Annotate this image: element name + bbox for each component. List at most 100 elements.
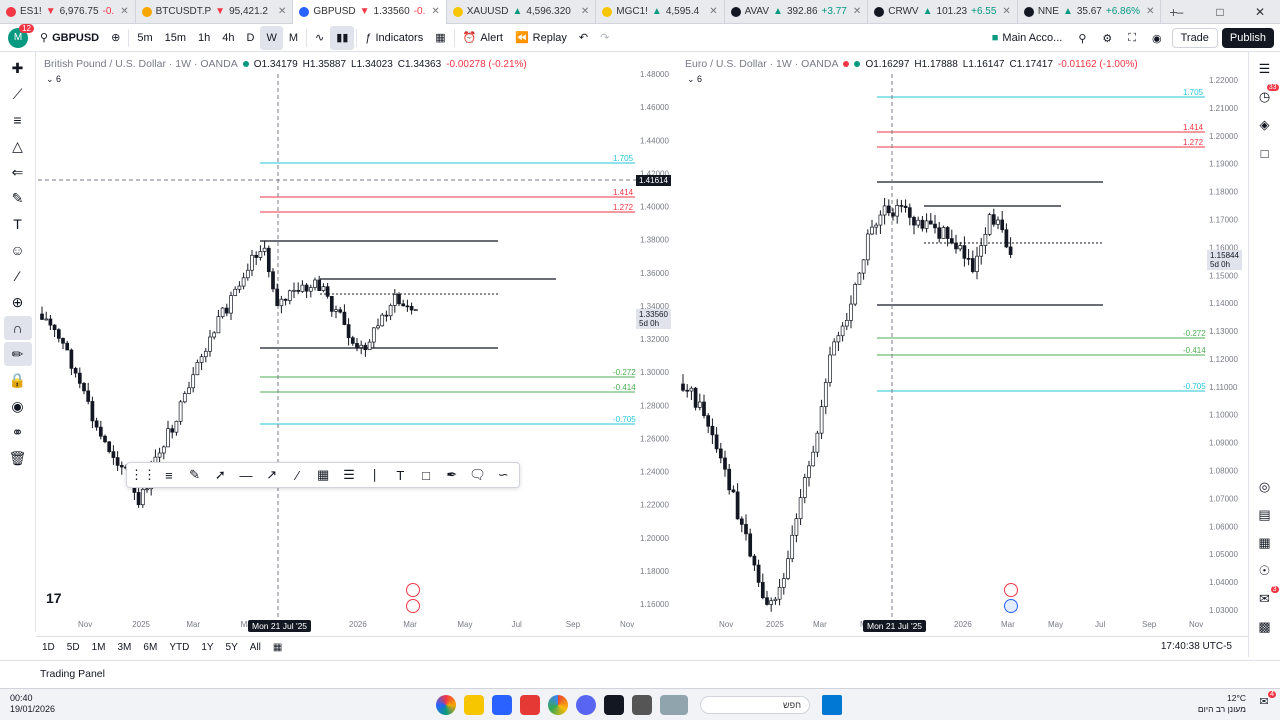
- icon-tool[interactable]: ☺: [4, 238, 32, 262]
- app-icon-chrome[interactable]: [548, 695, 568, 715]
- apps-button[interactable]: ▩: [1253, 616, 1277, 638]
- chart-pane-gbpusd[interactable]: 1.48000 1.46000 1.44000 1.42000 1.40000 1.380…: [38, 54, 676, 634]
- hide-tool[interactable]: ◉: [4, 394, 32, 418]
- close-icon[interactable]: ✕: [431, 6, 439, 17]
- taskbar-search[interactable]: חפש: [700, 696, 810, 714]
- fib-tool[interactable]: ≡: [4, 108, 32, 132]
- app-icon-files[interactable]: [632, 695, 652, 715]
- ray-button[interactable]: ↗: [260, 464, 284, 486]
- trend-line-tool[interactable]: ⟋: [4, 82, 32, 106]
- close-icon[interactable]: ✕: [1146, 6, 1154, 17]
- app-icon-photos[interactable]: [660, 695, 688, 715]
- interval-5m[interactable]: 5m: [131, 26, 158, 50]
- economic-event-us[interactable]: [406, 583, 420, 597]
- vertical-line-button[interactable]: ∣: [363, 464, 387, 486]
- range-1y[interactable]: 1Y: [195, 642, 219, 653]
- chart-type-candles-button[interactable]: ▮▮: [330, 25, 355, 50]
- close-icon[interactable]: ✕: [278, 6, 286, 17]
- close-icon[interactable]: ✕: [853, 6, 861, 17]
- app-icon-folder[interactable]: [464, 695, 484, 715]
- trade-button[interactable]: Trade: [1171, 28, 1218, 48]
- range-6m[interactable]: 6M: [137, 642, 163, 653]
- range-5y[interactable]: 5Y: [220, 642, 244, 653]
- browser-tab-gbpusd[interactable]: GBPUSD ▼ 1.33560 -0. ✕: [293, 0, 447, 24]
- symbol-search-button[interactable]: ⚲ GBPUSD: [34, 26, 105, 50]
- range-all[interactable]: All: [244, 642, 267, 653]
- app-icon-mail[interactable]: [492, 695, 512, 715]
- notification-center[interactable]: ✉ 4: [1254, 691, 1276, 715]
- notes-button[interactable]: ▤: [1253, 504, 1277, 526]
- app-icon-palette[interactable]: [436, 695, 456, 715]
- compare-button[interactable]: ⊕: [105, 26, 126, 50]
- delete-tool[interactable]: 🗑: [4, 446, 32, 470]
- browser-tab-btcusdtp[interactable]: BTCUSDT.P ▼ 95,421.2 ✕: [136, 0, 294, 24]
- horizontal-line-button[interactable]: —: [234, 464, 258, 486]
- publish-button[interactable]: Publish: [1221, 28, 1274, 48]
- calendar-button[interactable]: ▦: [1253, 532, 1277, 554]
- browser-tab-nne[interactable]: NNE ▲ 35.67 +6.86% ✕: [1018, 0, 1162, 24]
- studies-toggle[interactable]: ⌄ 6: [46, 74, 61, 85]
- undo-button[interactable]: ↶: [573, 26, 594, 50]
- alerts-button[interactable]: ◷ 33: [1253, 84, 1279, 108]
- redo-button[interactable]: ↷: [594, 26, 615, 50]
- close-icon[interactable]: ✕: [120, 6, 128, 17]
- studies-toggle[interactable]: ⌄ 6: [687, 74, 702, 85]
- interval-15m[interactable]: 15m: [159, 26, 192, 50]
- layers-button[interactable]: ◈: [1253, 114, 1277, 136]
- close-icon[interactable]: ✕: [1240, 0, 1280, 24]
- alert-button[interactable]: ⏰ Alert: [457, 26, 509, 50]
- economic-event-uk[interactable]: [406, 599, 420, 613]
- layout-button[interactable]: ■ Main Acco...: [986, 26, 1069, 50]
- browser-tab-xauusd[interactable]: XAUUSD ▲ 4,596.320 ✕: [447, 0, 597, 24]
- magnet-tool[interactable]: ∩: [3, 316, 32, 340]
- curve-button[interactable]: ∽: [491, 464, 515, 486]
- trading-panel-tab[interactable]: Trading Panel: [36, 664, 109, 686]
- range-1m[interactable]: 1M: [86, 642, 112, 653]
- weather-widget[interactable]: 12°C מעונן רב היום: [1198, 693, 1246, 715]
- notifications-button[interactable]: ✉ 3: [1253, 586, 1279, 610]
- text-tool[interactable]: T: [4, 212, 32, 236]
- ruler-tool[interactable]: ∕: [4, 264, 32, 288]
- text-button[interactable]: T: [388, 464, 412, 486]
- app-icon-l[interactable]: [520, 695, 540, 715]
- callout-button[interactable]: 🗨: [466, 464, 490, 486]
- interval-1h[interactable]: 1h: [192, 26, 216, 50]
- settings-button[interactable]: ⚙: [1096, 26, 1118, 50]
- snapshot-button[interactable]: ◉: [1146, 26, 1168, 50]
- browser-tab-avav[interactable]: AVAV ▲ 392.86 +3.77 ✕: [725, 0, 869, 24]
- maximize-icon[interactable]: □: [1200, 0, 1240, 24]
- app-icon-discord[interactable]: [576, 695, 596, 715]
- interval-w[interactable]: W: [260, 25, 283, 50]
- target-button[interactable]: ◎: [1253, 476, 1277, 498]
- range-5d[interactable]: 5D: [61, 642, 86, 653]
- range-ytd[interactable]: YTD: [163, 642, 195, 653]
- economic-event-us[interactable]: [1004, 583, 1018, 597]
- chat-button[interactable]: □: [1253, 142, 1277, 164]
- zoom-tool[interactable]: ⊕: [4, 290, 32, 314]
- drag-handle[interactable]: ⋮⋮: [130, 464, 156, 486]
- chart-canvas-eurusd[interactable]: 1.22000 1.21000 1.20000 1.19000 1.18000 1.170…: [679, 54, 1247, 634]
- stay-in-drawing-tool[interactable]: ✏: [3, 342, 32, 366]
- path-button[interactable]: ➚: [208, 464, 232, 486]
- trend-line-button[interactable]: ∕: [286, 464, 310, 486]
- measure-tool[interactable]: ⇐: [4, 160, 32, 184]
- user-avatar[interactable]: M 12: [8, 23, 34, 48]
- windows-start-icon[interactable]: [822, 695, 842, 715]
- rectangle-button[interactable]: □: [414, 464, 438, 486]
- cursor-tool[interactable]: ✚: [4, 56, 32, 80]
- replay-button[interactable]: ⏪ Replay: [509, 26, 573, 50]
- lock-tool[interactable]: 🔒: [4, 368, 32, 392]
- chart-canvas-gbpusd[interactable]: 1.480001.460001.440001.420001.400001.380…: [38, 54, 676, 634]
- fullscreen-button[interactable]: ⛶: [1122, 26, 1142, 50]
- fib-retracement-button[interactable]: ≡: [157, 464, 181, 486]
- go-to-date-button[interactable]: ▦: [267, 642, 288, 653]
- interval-m[interactable]: M: [283, 26, 304, 50]
- interval-d[interactable]: D: [241, 26, 261, 50]
- interval-4h[interactable]: 4h: [216, 26, 240, 50]
- pattern-tool[interactable]: △: [4, 134, 32, 158]
- fib-channel-button[interactable]: ☰: [337, 464, 361, 486]
- range-3m[interactable]: 3M: [112, 642, 138, 653]
- templates-button[interactable]: ▦: [429, 26, 451, 50]
- range-1d[interactable]: 1D: [36, 642, 61, 653]
- utc-clock[interactable]: 17:40:38 UTC-5: [1161, 641, 1232, 652]
